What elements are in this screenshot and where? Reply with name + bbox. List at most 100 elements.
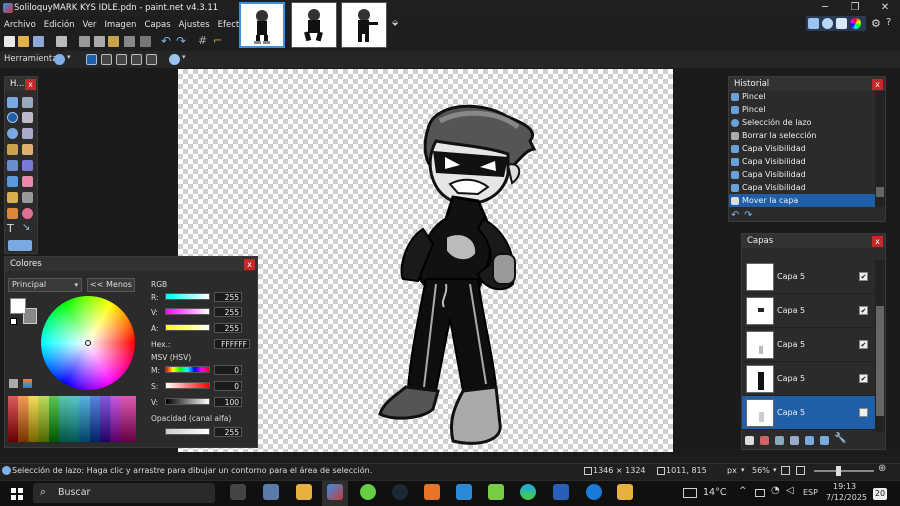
clone-stamp-tool-icon[interactable] (7, 208, 18, 219)
lasso-tool-icon[interactable] (7, 112, 18, 123)
opacity-input[interactable]: 255 (214, 427, 242, 437)
color-mode-select[interactable]: Principal ▾ (8, 278, 82, 292)
value-input[interactable]: 100 (214, 397, 242, 407)
battery-icon[interactable] (755, 489, 765, 497)
grid-icon[interactable]: # (198, 34, 207, 47)
hue-slider[interactable] (165, 366, 210, 373)
open-file-icon[interactable] (18, 36, 29, 47)
layers-scrollbar-thumb[interactable] (876, 306, 884, 416)
volume-icon[interactable]: ◁ (786, 485, 794, 496)
move-selection-tool-icon[interactable] (22, 97, 33, 108)
zoom-in-icon[interactable]: ⊕ (878, 463, 886, 474)
layer-row[interactable]: Capa 5 ✔ (742, 328, 876, 362)
history-item[interactable]: Selección de lazo (729, 116, 875, 129)
red-input[interactable]: 255 (214, 292, 242, 302)
green-slider[interactable] (165, 308, 210, 315)
paintbrush-tool-icon[interactable] (7, 176, 18, 187)
layer-visibility-checkbox[interactable]: ✔ (859, 272, 868, 281)
shapes-tool-icon[interactable] (8, 240, 32, 251)
weather-icon[interactable] (683, 488, 697, 498)
temperature[interactable]: 14°C (703, 487, 726, 498)
zoom-dropdown-icon[interactable]: ▾ (773, 466, 777, 474)
taskbar-app-icon[interactable] (360, 484, 376, 500)
menu-edicion[interactable]: Edición (44, 20, 75, 30)
tools-toggle-icon[interactable] (808, 18, 819, 29)
file-explorer-icon[interactable] (296, 484, 312, 500)
palette-add-icon[interactable] (9, 379, 18, 388)
selection-mode-intersect-icon[interactable] (131, 54, 142, 65)
colors-toggle-icon[interactable] (850, 18, 861, 29)
notification-count[interactable]: 20 (873, 488, 887, 500)
taskbar-app-icon[interactable] (263, 484, 279, 500)
selection-mode-replace-icon[interactable] (86, 54, 97, 65)
menu-capas[interactable]: Capas (144, 20, 170, 30)
close-button[interactable]: ✕ (870, 0, 900, 16)
layer-visibility-checkbox[interactable]: ✔ (859, 340, 868, 349)
menu-archivo[interactable]: Archivo (4, 20, 36, 30)
history-item[interactable]: Capa Visibilidad (729, 155, 875, 168)
cut-icon[interactable] (79, 36, 90, 47)
zoom-tool-icon[interactable] (22, 128, 33, 139)
image-tab-3[interactable] (341, 2, 387, 48)
help-icon[interactable]: ? (886, 17, 891, 28)
clock-time[interactable]: 19:13 (833, 482, 856, 491)
color-wheel-cursor[interactable] (85, 340, 91, 346)
recolor-tool-icon[interactable] (22, 208, 33, 219)
redo-icon[interactable]: ↷ (176, 34, 186, 48)
print-icon[interactable] (56, 36, 67, 47)
history-scrollbar[interactable] (875, 91, 885, 207)
move-layer-down-icon[interactable] (820, 436, 829, 445)
move-selected-tool-icon[interactable] (22, 112, 33, 123)
layer-visibility-checkbox[interactable]: ✔ (859, 374, 868, 383)
zoom-slider[interactable] (814, 470, 874, 472)
history-undo-icon[interactable]: ↶ (731, 210, 739, 221)
minimize-button[interactable]: ─ (810, 0, 840, 16)
edge-browser-icon[interactable] (520, 484, 536, 500)
language-indicator[interactable]: ESP (803, 488, 818, 497)
color-picker-tool-icon[interactable] (22, 192, 33, 203)
paintnet-taskbar-icon[interactable] (327, 484, 343, 500)
new-file-icon[interactable] (4, 36, 15, 47)
primary-color-swatch[interactable] (10, 298, 26, 314)
history-panel-close-icon[interactable]: x (872, 79, 883, 90)
lasso-tool-selector-icon[interactable] (54, 54, 65, 65)
magic-wand-tool-icon[interactable] (7, 144, 18, 155)
selection-mode-xor-icon[interactable] (146, 54, 157, 65)
history-item[interactable]: Capa Visibilidad (729, 181, 875, 194)
onedrive-icon[interactable] (586, 484, 602, 500)
task-view-icon[interactable] (230, 484, 246, 500)
tools-panel-close-icon[interactable]: x (25, 79, 36, 90)
history-toggle-icon[interactable] (822, 18, 833, 29)
eraser-tool-icon[interactable] (22, 176, 33, 187)
layers-panel-close-icon[interactable]: x (872, 236, 883, 247)
layer-row-selected[interactable]: Capa 5 (742, 396, 876, 430)
crop-icon[interactable] (124, 36, 135, 47)
units-select[interactable]: px (727, 466, 737, 475)
zoom-fit-icon[interactable] (781, 466, 790, 475)
selection-mode-union-icon[interactable] (101, 54, 112, 65)
windows-start-icon[interactable] (11, 488, 23, 500)
word-icon[interactable] (553, 484, 569, 500)
move-layer-up-icon[interactable] (805, 436, 814, 445)
clock-date[interactable]: 7/12/2025 (826, 493, 867, 502)
rect-select-tool-icon[interactable] (7, 97, 18, 108)
menu-ver[interactable]: Ver (83, 20, 97, 30)
units-dropdown-icon[interactable]: ▾ (741, 466, 745, 474)
layer-visibility-checkbox[interactable]: ✔ (859, 306, 868, 315)
delete-layer-icon[interactable] (760, 436, 769, 445)
history-redo-icon[interactable]: ↷ (744, 210, 752, 221)
maximize-button[interactable]: ❐ (840, 0, 870, 16)
red-slider[interactable] (165, 293, 210, 300)
opacity-slider[interactable] (165, 428, 210, 435)
image-tab-1[interactable] (239, 2, 285, 48)
history-item[interactable]: Capa Visibilidad (729, 168, 875, 181)
layers-scrollbar[interactable] (875, 260, 885, 432)
layer-visibility-checkbox[interactable] (859, 408, 868, 417)
ruler-icon[interactable]: ⌐ (213, 34, 222, 47)
value-slider[interactable] (165, 398, 210, 405)
reset-colors-icon[interactable] (10, 318, 17, 325)
image-tab-2[interactable] (291, 2, 337, 48)
deselect-icon[interactable] (140, 36, 151, 47)
blue-slider[interactable] (165, 324, 210, 331)
wifi-icon[interactable]: ◔ (771, 485, 780, 496)
